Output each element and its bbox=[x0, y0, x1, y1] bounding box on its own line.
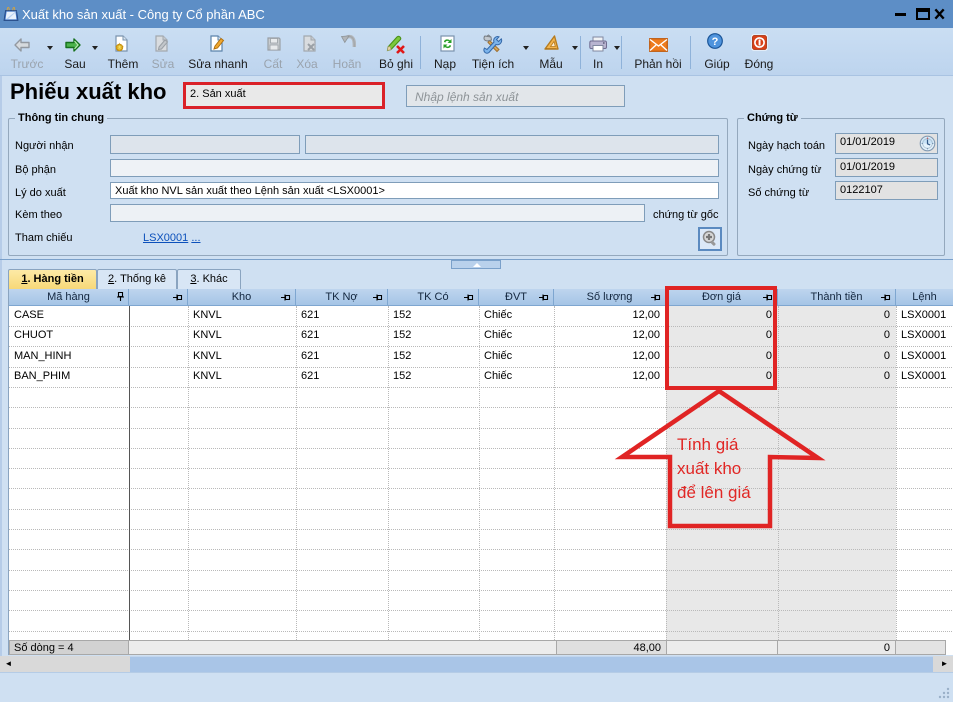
svg-text:?: ? bbox=[712, 36, 719, 48]
